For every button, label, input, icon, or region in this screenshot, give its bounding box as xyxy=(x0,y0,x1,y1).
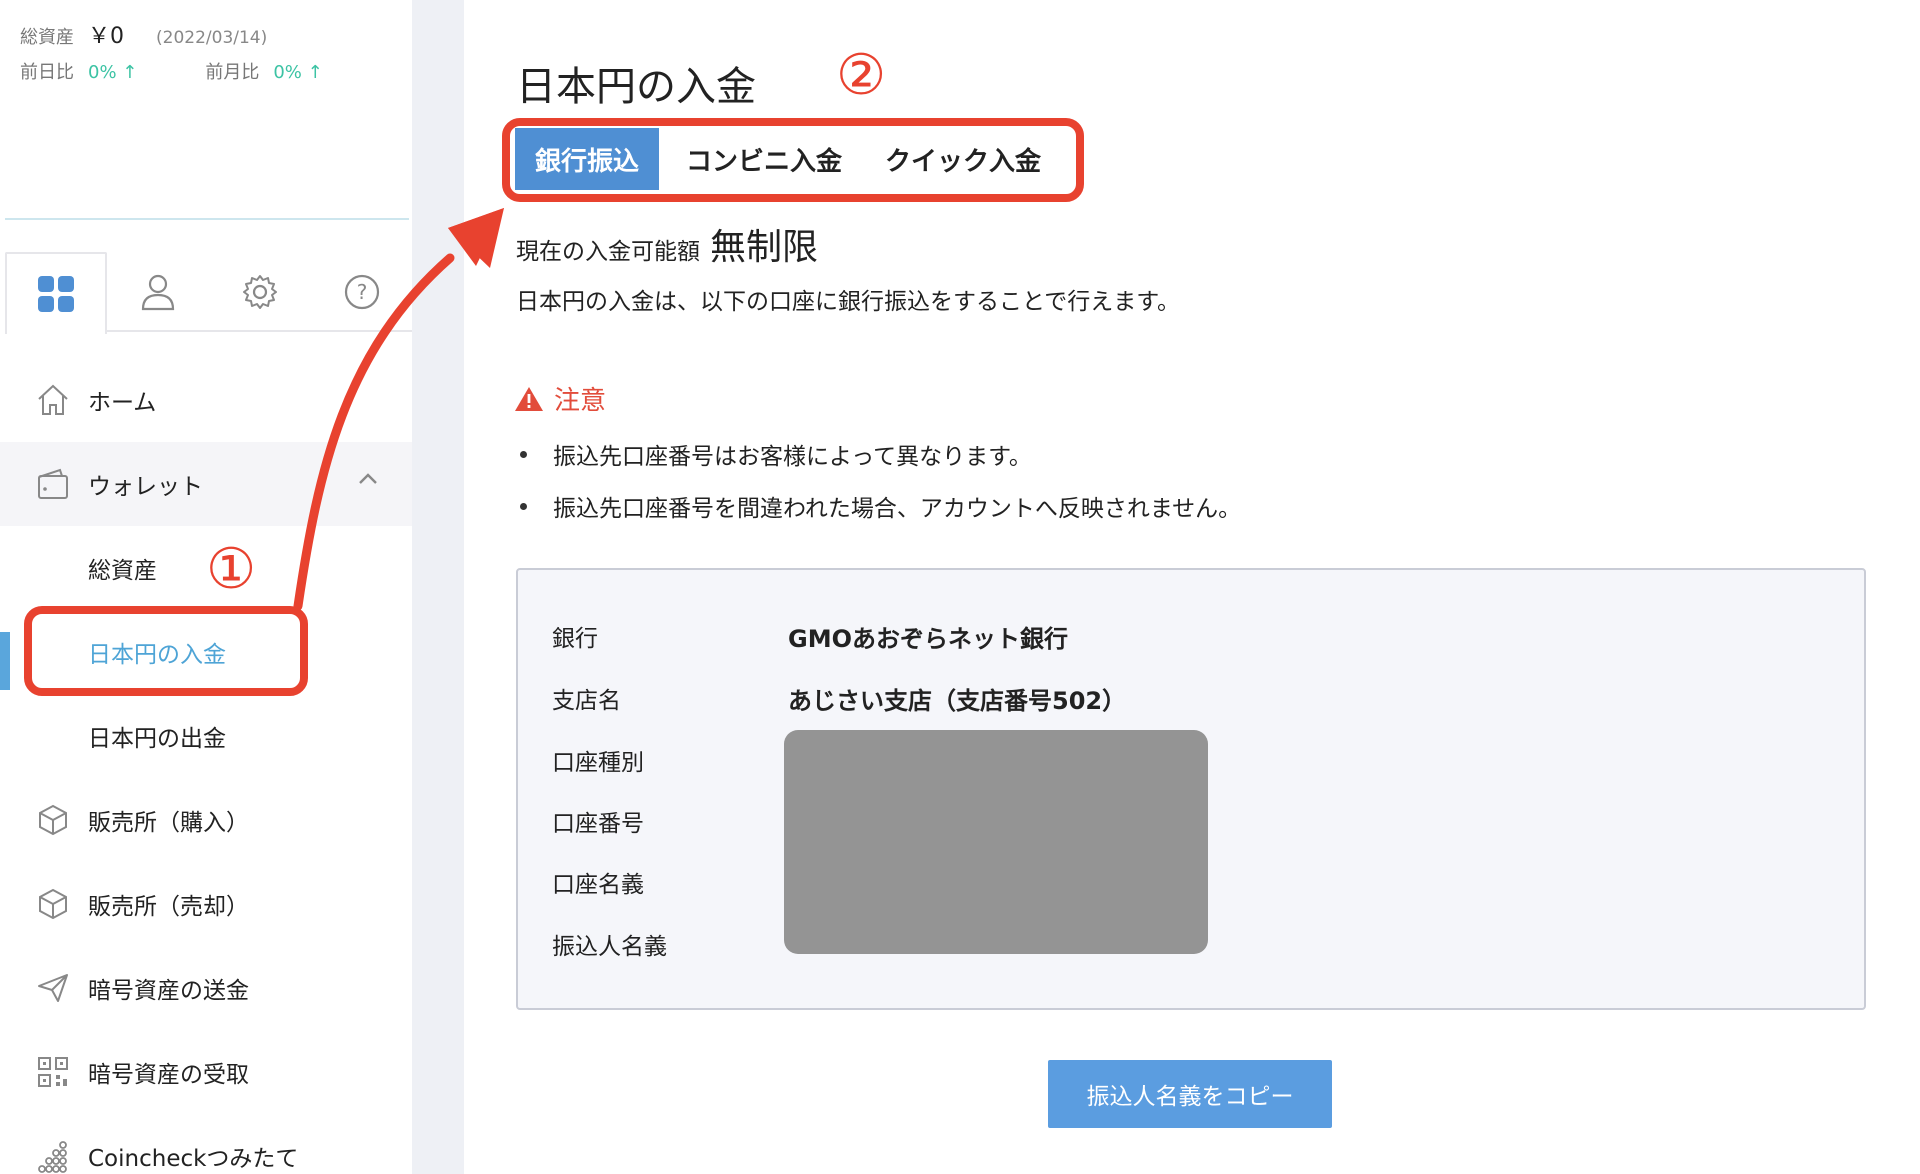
month-change-value: 0% ↑ xyxy=(273,62,323,83)
intro-text: 日本円の入金は、以下の口座に銀行振込をすることで行えます。 xyxy=(516,289,1181,315)
dashboard-grid-icon xyxy=(38,276,74,312)
sidebar-item-send[interactable]: 暗号資産の送金 xyxy=(0,946,412,1030)
branch-value[interactable]: あじさい支店（支店番号502） xyxy=(788,681,1126,716)
sidebar-item-label: 日本円の出金 xyxy=(88,726,226,752)
list-item: 振込先口座番号を間違われた場合、アカウントへ反映されません。 xyxy=(516,480,1241,532)
bank-row: 銀行 GMOあおぞらネット銀行 xyxy=(552,616,1068,656)
copy-sender-name-button[interactable]: 振込人名義をコピー xyxy=(1048,1060,1332,1128)
sidebar-item-label: 総資産 xyxy=(88,558,157,584)
annotation-highlight-sidebar xyxy=(24,606,308,696)
bank-account-details: 銀行 GMOあおぞらネット銀行 支店名 あじさい支店（支店番号502） 口座種別… xyxy=(516,568,1866,1010)
account-holder-row: 口座名義 xyxy=(552,862,788,902)
sidebar-item-label: ウォレット xyxy=(88,474,203,500)
sidebar-item-home[interactable]: ホーム xyxy=(0,358,412,442)
total-assets-label: 総資産 xyxy=(20,27,74,48)
sidebar-item-label: 販売所（売却） xyxy=(88,894,249,920)
sender-name-row: 振込人名義 xyxy=(552,924,788,964)
sidebar-item-label: 販売所（購入） xyxy=(88,810,249,836)
caution-title: 注意 xyxy=(554,386,607,416)
sidebar-item-label: 暗号資産の送金 xyxy=(88,978,249,1004)
sidebar-nav: ホーム ウォレット 総資産 日本円の入金 日本円の出金 販売所（購入） 販売所（… xyxy=(0,358,412,1174)
branch-label: 支店名 xyxy=(552,688,621,714)
sidebar-item-sell[interactable]: 販売所（売却） xyxy=(0,862,412,946)
sidebar-divider xyxy=(5,218,409,220)
sidebar-item-receive[interactable]: 暗号資産の受取 xyxy=(0,1030,412,1114)
day-change-value: 0% ↑ xyxy=(88,62,138,83)
page-title: 日本円の入金 xyxy=(516,64,756,110)
sidebar-subitem-jpy-withdraw[interactable]: 日本円の出金 xyxy=(0,694,412,778)
sidebar-item-label: Coincheckつみたて xyxy=(88,1146,299,1172)
sidebar-item-tsumitate[interactable]: Coincheckつみたて xyxy=(0,1114,412,1174)
home-icon xyxy=(36,383,70,417)
account-type-row: 口座種別 xyxy=(552,740,788,780)
total-assets-value: ￥0 xyxy=(88,24,124,49)
account-holder-label: 口座名義 xyxy=(552,872,644,898)
account-number-row: 口座番号 xyxy=(552,801,788,841)
help-circle-icon: ? xyxy=(344,274,380,310)
deposit-limit-value: 無制限 xyxy=(710,227,819,268)
month-change-label: 前月比 xyxy=(205,62,260,83)
day-change-label: 前日比 xyxy=(20,62,74,83)
caution-heading: 注意 xyxy=(514,380,606,417)
redacted-account-values xyxy=(784,730,1208,954)
annotation-highlight-tabs xyxy=(502,118,1084,202)
sender-name-label: 振込人名義 xyxy=(552,934,667,960)
paper-plane-icon xyxy=(36,971,70,1005)
summary-date: (2022/03/14) xyxy=(156,28,268,48)
qr-code-icon xyxy=(36,1055,70,1089)
account-type-label: 口座種別 xyxy=(552,750,644,776)
list-item: 振込先口座番号はお客様によって異なります。 xyxy=(516,428,1241,480)
wallet-icon xyxy=(36,467,70,501)
annotation-step-2: ② xyxy=(836,43,887,108)
tab-help[interactable]: ? xyxy=(311,252,413,332)
tab-account[interactable] xyxy=(107,252,209,332)
account-number-label: 口座番号 xyxy=(552,811,644,837)
annotation-step-1: ① xyxy=(206,537,257,602)
sidebar-icon-tabs: ? xyxy=(5,252,413,334)
tab-dashboard[interactable] xyxy=(5,252,107,334)
deposit-limit: 現在の入金可能額 無制限 xyxy=(516,218,818,270)
sidebar-item-buy[interactable]: 販売所（購入） xyxy=(0,778,412,862)
box-icon xyxy=(36,887,70,921)
deposit-limit-label: 現在の入金可能額 xyxy=(516,239,700,265)
chevron-up-icon[interactable] xyxy=(358,472,378,486)
note-text: 振込先口座番号はお客様によって異なります。 xyxy=(553,444,1032,470)
warning-icon xyxy=(515,386,543,411)
tab-settings[interactable] xyxy=(209,252,311,332)
branch-row: 支店名 あじさい支店（支店番号502） xyxy=(552,678,1126,718)
sidebar-item-label: ホーム xyxy=(88,390,157,416)
user-icon xyxy=(141,274,175,311)
sidebar-item-wallet[interactable]: ウォレット xyxy=(0,442,412,526)
box-icon xyxy=(36,803,70,837)
layout-gutter xyxy=(412,0,464,1174)
coin-stack-icon xyxy=(36,1139,70,1173)
caution-notes: 振込先口座番号はお客様によって異なります。 振込先口座番号を間違われた場合、アカ… xyxy=(516,428,1241,532)
bank-value[interactable]: GMOあおぞらネット銀行 xyxy=(788,619,1068,654)
asset-summary: 総資産 ￥0 (2022/03/14) 前日比 0% ↑ 前月比 0% ↑ xyxy=(20,18,323,98)
note-text: 振込先口座番号を間違われた場合、アカウントへ反映されません。 xyxy=(553,496,1242,522)
bank-label: 銀行 xyxy=(552,626,598,652)
sidebar-item-label: 暗号資産の受取 xyxy=(88,1062,249,1088)
gear-icon xyxy=(243,275,277,309)
svg-text:?: ? xyxy=(357,280,368,304)
